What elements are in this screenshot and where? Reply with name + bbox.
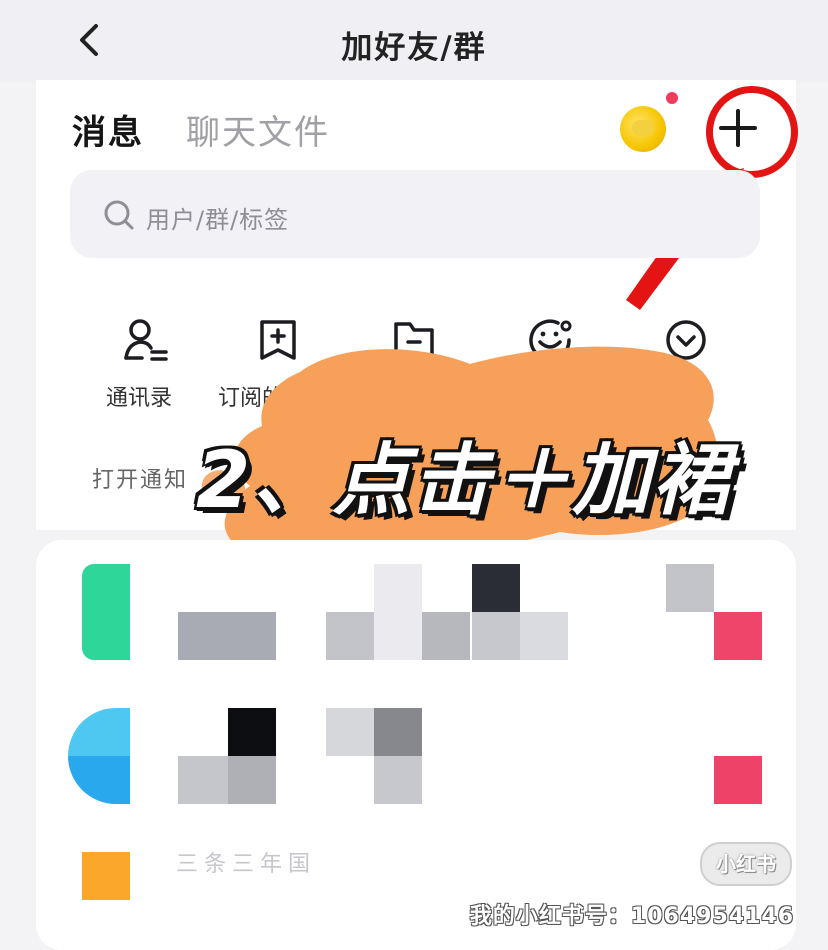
watermark-logo: 小红书 [700,842,792,886]
unread-badge [714,756,762,804]
mosaic-block [178,756,228,804]
avatar[interactable] [82,564,130,660]
mosaic-block [326,708,374,756]
mosaic-block [374,756,422,804]
mosaic-block [374,564,422,660]
watermark-id: 我的小红书号：1064954146 [469,904,794,929]
mosaic-block [228,708,276,756]
instruction-overlay: 2、点击＋加裙 [196,436,733,526]
mosaic-block [666,564,714,612]
mosaic-block [374,708,422,756]
mosaic-block [422,612,470,660]
row-title: 三条三年国 [176,852,317,877]
mosaic-block [472,612,520,660]
mosaic-block [178,612,276,660]
mosaic-block [520,612,568,660]
screen: 加好友/群 消息 聊天文件 用户/群/标签 通讯录 订阅的 打开通知 2、点击＋… [0,0,828,950]
unread-badge [714,612,762,660]
mosaic-block [472,564,520,612]
mosaic-block [326,612,374,660]
avatar[interactable] [82,852,130,900]
mosaic-block [228,756,276,804]
